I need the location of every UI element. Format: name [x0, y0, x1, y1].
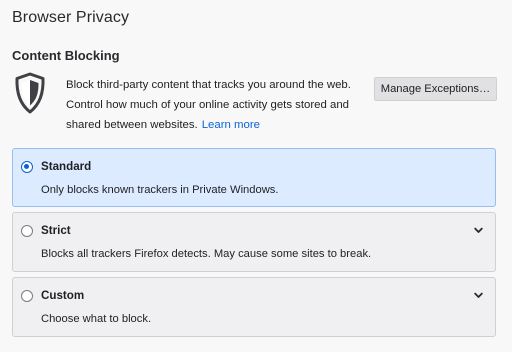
- custom-radio[interactable]: [21, 290, 33, 302]
- manage-exceptions-button[interactable]: Manage Exceptions…: [374, 77, 497, 101]
- strict-label: Strict: [41, 224, 71, 237]
- standard-radio[interactable]: [21, 161, 33, 173]
- learn-more-link[interactable]: Learn more: [202, 119, 260, 131]
- page-title: Browser Privacy: [12, 9, 130, 26]
- chevron-down-icon[interactable]: [474, 292, 483, 299]
- standard-label: Standard: [41, 160, 92, 173]
- strict-description: Blocks all trackers Firefox detects. May…: [41, 248, 372, 260]
- custom-description: Choose what to block.: [41, 313, 152, 325]
- option-strict[interactable]: Strict Blocks all trackers Firefox detec…: [12, 212, 496, 272]
- strict-radio[interactable]: [21, 225, 33, 237]
- content-blocking-heading: Content Blocking: [12, 48, 120, 63]
- custom-label: Custom: [41, 289, 85, 302]
- standard-description: Only blocks known trackers in Private Wi…: [41, 184, 279, 196]
- content-blocking-description: Block third-party content that tracks yo…: [66, 75, 362, 135]
- option-custom[interactable]: Custom Choose what to block.: [12, 277, 496, 337]
- chevron-down-icon[interactable]: [474, 227, 483, 234]
- option-standard[interactable]: Standard Only blocks known trackers in P…: [12, 148, 496, 207]
- shield-icon: [15, 72, 45, 114]
